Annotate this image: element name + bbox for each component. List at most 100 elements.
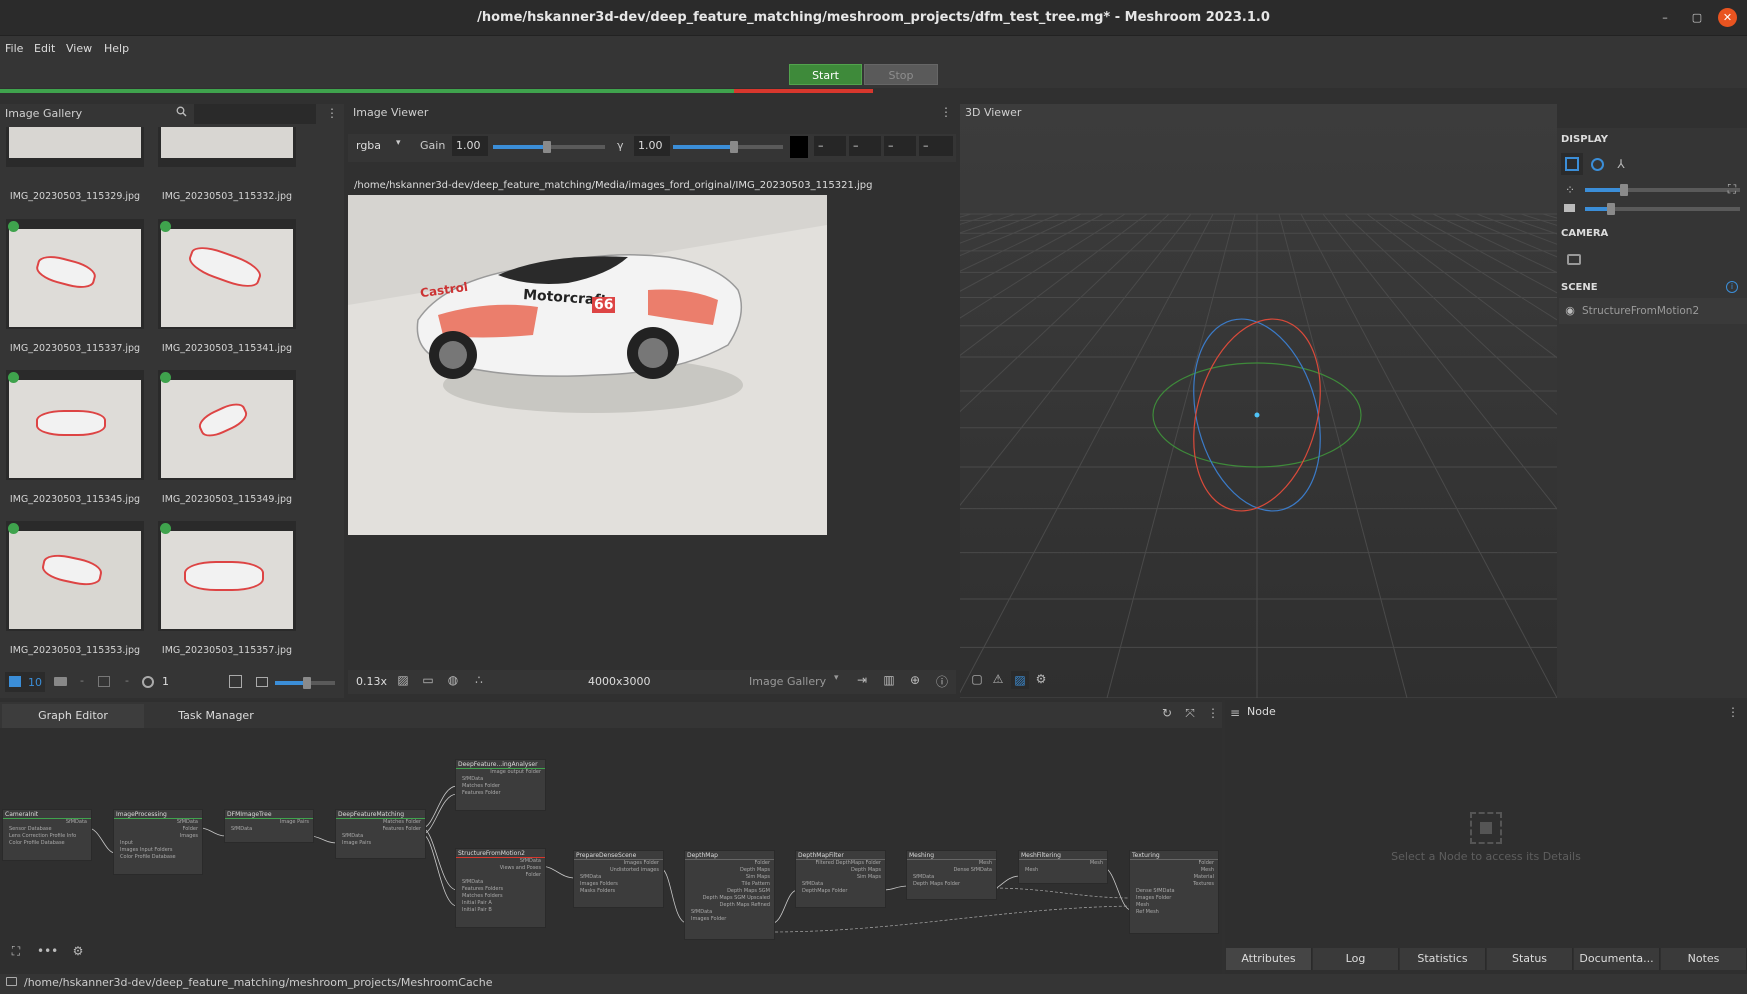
gallery-menu-icon[interactable]: ⋮	[326, 106, 338, 120]
gain-input[interactable]: 1.00	[452, 136, 488, 156]
gamma-handle[interactable]	[729, 141, 738, 153]
warning-icon[interactable]: ⚠	[991, 672, 1005, 686]
gallery-thumb[interactable]	[158, 219, 296, 329]
pixel-value-g: –	[849, 136, 881, 156]
node-title: ImageProcessing	[114, 810, 202, 819]
sphere-icon[interactable]: ◍	[445, 673, 461, 687]
pixel-value-b: –	[884, 136, 916, 156]
node-output: Tile Pattern	[741, 881, 770, 887]
node-input: Ref Mesh	[1136, 909, 1159, 915]
settings-icon[interactable]: ⚙	[71, 944, 85, 958]
gallery-item-name: IMG_20230503_115329.jpg	[9, 191, 141, 202]
viewer-3d-canvas[interactable]	[960, 104, 1557, 698]
node-output: Filtered DepthMaps Folder	[815, 860, 881, 866]
frame-icon[interactable]: ▭	[420, 673, 436, 687]
menu-view[interactable]: View	[66, 40, 92, 58]
camera-scale-handle[interactable]	[1607, 203, 1616, 215]
hatch-icon[interactable]: ▨	[396, 673, 410, 687]
gallery-thumb[interactable]	[6, 127, 144, 167]
gamma-input[interactable]: 1.00	[634, 136, 670, 156]
maximize-button[interactable]: ▢	[1688, 9, 1706, 27]
fit-icon[interactable]	[229, 675, 242, 688]
folder-icon[interactable]	[6, 977, 17, 986]
displayed-image[interactable]: Motorcraft Castrol 66	[348, 195, 827, 535]
node-input: SfMData	[231, 826, 253, 832]
axis-icon[interactable]: ⅄	[1614, 157, 1628, 171]
minimize-button[interactable]: –	[1656, 9, 1674, 27]
node-imageprocessing[interactable]: ImageProcessing SfMData Folder Images In…	[113, 809, 203, 875]
gain-handle[interactable]	[542, 141, 551, 153]
bbox-icon[interactable]: ▢	[970, 672, 984, 686]
tab-task-manager[interactable]: Task Manager	[146, 704, 286, 728]
camera-icon[interactable]	[54, 677, 67, 686]
graph-menu-icon[interactable]: ⋮	[1207, 706, 1219, 720]
node-camerainit[interactable]: CameraInit SfMData Sensor Database Lens …	[2, 809, 92, 861]
gallery-thumb[interactable]	[6, 370, 144, 480]
status-badge	[160, 372, 171, 383]
node-depthmap[interactable]: DepthMap Folder Depth Maps Sim Maps Tile…	[684, 850, 775, 940]
node-placeholder-text: Select a Node to access its Details	[1391, 850, 1581, 863]
menu-file[interactable]: File	[5, 40, 23, 58]
tab-graph-editor[interactable]: Graph Editor	[2, 704, 144, 728]
thumbnail-size-handle[interactable]	[303, 677, 311, 689]
node-deepfeatureanalyser[interactable]: DeepFeature...ingAnalyser Image output F…	[455, 759, 546, 811]
node-title: DFMImageTree	[225, 810, 313, 819]
gallery-thumb[interactable]	[6, 521, 144, 631]
node-texturing[interactable]: Texturing Folder Mesh Material Textures …	[1129, 850, 1219, 934]
tab-statistics[interactable]: Statistics	[1400, 948, 1486, 970]
image-viewer-menu-icon[interactable]: ⋮	[940, 105, 952, 119]
chevron-down-icon[interactable]: ▾	[834, 673, 839, 683]
channel-select[interactable]: rgba	[356, 139, 381, 152]
thumbnail-size-icon[interactable]	[256, 677, 268, 687]
chevron-down-icon[interactable]: ▾	[396, 138, 401, 148]
points-icon[interactable]: ∴	[472, 673, 486, 687]
tab-documentation[interactable]: Documenta...	[1574, 948, 1660, 970]
point-size-handle[interactable]	[1619, 184, 1628, 196]
gizmo-icon[interactable]	[1591, 158, 1604, 171]
fit-view-icon[interactable]: ⛶	[1726, 182, 1738, 197]
layout-icon[interactable]: ⤧	[1183, 706, 1197, 721]
gallery-thumb[interactable]	[158, 370, 296, 480]
gallery-thumb[interactable]	[158, 521, 296, 631]
node-title: DeepFeatureMatching	[336, 810, 425, 819]
node-dfmimagetree[interactable]: DFMImageTree Image Pairs SfMData	[224, 809, 314, 843]
node-input: SfMData	[802, 881, 824, 887]
histogram-icon[interactable]: ▥	[882, 673, 896, 687]
gallery-thumb[interactable]	[158, 127, 296, 167]
node-meshing[interactable]: Meshing Mesh Dense SfMData SfMData Depth…	[906, 850, 997, 900]
camera-snapshot-icon[interactable]	[1567, 254, 1581, 265]
export-icon[interactable]: ⇥	[855, 673, 869, 687]
eye-icon[interactable]: ◉	[1564, 304, 1576, 317]
tab-status[interactable]: Status	[1487, 948, 1573, 970]
node-preparedensescene[interactable]: PrepareDenseScene Images Folder Undistor…	[573, 850, 664, 908]
start-button[interactable]: Start	[789, 64, 862, 85]
node-meshfiltering[interactable]: MeshFiltering Mesh Mesh	[1018, 850, 1108, 884]
scene-info-icon[interactable]: i	[1726, 281, 1738, 293]
aperture-icon[interactable]	[142, 676, 154, 688]
tab-notes[interactable]: Notes	[1661, 948, 1747, 970]
image-source-select[interactable]: Image Gallery	[749, 675, 826, 688]
close-button[interactable]: ✕	[1718, 8, 1737, 27]
gallery-thumb[interactable]	[6, 219, 144, 329]
menu-edit[interactable]: Edit	[34, 40, 55, 58]
node-panel-menu-icon[interactable]: ⋮	[1727, 705, 1739, 719]
info-icon[interactable]: ⓘ	[935, 673, 949, 690]
node-structurefrommotion2[interactable]: StructureFromMotion2 SfMData Views and P…	[455, 848, 546, 928]
node-output: Folder	[1198, 860, 1214, 866]
node-input: Images Folders	[580, 881, 618, 887]
menu-help[interactable]: Help	[104, 40, 129, 58]
node-output: SfMData	[519, 858, 541, 864]
gallery-search-input[interactable]	[194, 104, 316, 124]
fit-graph-icon[interactable]: ⛶	[9, 944, 23, 959]
settings-icon[interactable]: ⚙	[1034, 672, 1048, 686]
wireframe-icon[interactable]: ▨	[1011, 671, 1029, 689]
tab-attributes[interactable]: Attributes	[1226, 948, 1312, 970]
globe-icon[interactable]: ⊕	[908, 673, 922, 687]
no-image-icon[interactable]	[98, 676, 110, 687]
more-icon[interactable]: •••	[37, 944, 58, 958]
tab-log[interactable]: Log	[1313, 948, 1399, 970]
refresh-icon[interactable]: ↻	[1160, 706, 1174, 720]
node-deepfeaturematching[interactable]: DeepFeatureMatching Matches Folder Featu…	[335, 809, 426, 859]
node-depthmapfilter[interactable]: DepthMapFilter Filtered DepthMaps Folder…	[795, 850, 886, 908]
stop-button[interactable]: Stop	[864, 64, 938, 85]
